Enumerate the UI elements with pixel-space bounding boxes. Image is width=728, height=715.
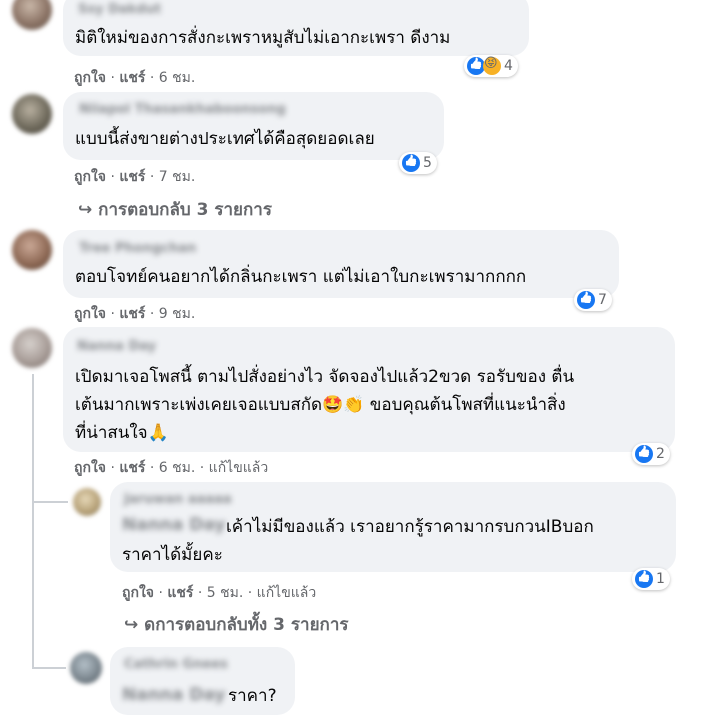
comment-text: แบบนี้ส่งขายต่างประเทศได้คือสุดยอดเลย <box>75 129 375 149</box>
reply-text: ราคาได้มั้ยคะ <box>122 545 223 565</box>
comment-actions: ถูกใจ · แชร์ · 9 ชม. <box>74 306 196 322</box>
like-link[interactable]: ถูกใจ <box>74 70 106 86</box>
comment-text: ตอบโจทย์คนอยากได้กลิ่นกะเพรา แต่ไม่เอาใบ… <box>75 267 527 287</box>
comment-text: เปิดมาเจอโพสนี้ ตามไปสั่งอย่างไว จัดจองไ… <box>75 367 575 387</box>
comment-bubble: Nanna Day เปิดมาเจอโพสนี้ ตามไปสั่งอย่าง… <box>63 327 675 452</box>
mention-tag[interactable]: Nanna Day <box>122 685 225 705</box>
view-all-replies-link[interactable]: ↪ ดการตอบกลับทั้ง 3 รายการ <box>124 611 349 638</box>
reaction-count: 7 <box>598 292 607 308</box>
reaction-summary[interactable]: 2 <box>632 443 670 465</box>
share-link[interactable]: แชร์ <box>119 460 145 476</box>
thread-line <box>32 374 34 668</box>
reply-text: ราคา? <box>228 686 277 706</box>
reaction-summary[interactable]: 4 <box>464 55 518 77</box>
like-icon <box>635 445 653 463</box>
share-link[interactable]: แชร์ <box>167 585 193 601</box>
avatar[interactable] <box>12 230 52 270</box>
avatar[interactable] <box>12 328 52 368</box>
comment-bubble: Tree Phongchan ตอบโจทย์คนอยากได้กลิ่นกะเ… <box>63 230 619 298</box>
commenter-name[interactable]: Nanna Day <box>77 339 156 354</box>
like-link[interactable]: ถูกใจ <box>122 585 154 601</box>
comment-actions: ถูกใจ · แชร์ · 6 ชม. · แก้ไขแล้ว <box>74 460 269 476</box>
like-link[interactable]: ถูกใจ <box>74 460 106 476</box>
avatar[interactable] <box>12 0 52 30</box>
reaction-count: 5 <box>423 155 432 171</box>
like-icon <box>402 154 420 172</box>
thread-line <box>32 501 68 503</box>
reaction-count: 1 <box>656 571 665 587</box>
thread-line <box>32 667 66 669</box>
timestamp[interactable]: 9 ชม. <box>159 306 196 322</box>
reply-bubble: Cathrin Gnees Nanna Day ราคา? <box>110 647 295 715</box>
reaction-summary[interactable]: 7 <box>574 289 612 311</box>
timestamp[interactable]: 6 ชม. <box>159 460 196 476</box>
timestamp[interactable]: 5 ชม. <box>207 585 244 601</box>
view-replies-link[interactable]: ↪ การตอบกลับ 3 รายการ <box>78 196 272 223</box>
share-link[interactable]: แชร์ <box>119 70 145 86</box>
reaction-count: 2 <box>656 446 665 462</box>
comment-bubble: Niiapol Thasankhaboonsong แบบนี้ส่งขายต่… <box>63 92 444 160</box>
edited-label[interactable]: แก้ไขแล้ว <box>257 585 317 601</box>
timestamp[interactable]: 6 ชม. <box>159 70 196 86</box>
reaction-summary[interactable]: 5 <box>399 152 437 174</box>
avatar[interactable] <box>73 488 101 516</box>
share-link[interactable]: แชร์ <box>119 169 145 185</box>
commenter-name[interactable]: Jaruwan aaaaa <box>124 492 232 507</box>
avatar[interactable] <box>70 652 102 684</box>
like-icon <box>635 570 653 588</box>
comment-actions: ถูกใจ · แชร์ · 7 ชม. <box>74 169 196 185</box>
reaction-summary[interactable]: 1 <box>632 568 670 590</box>
share-link[interactable]: แชร์ <box>119 306 145 322</box>
reply-bubble: Jaruwan aaaaa Nanna Day เค้าไม่มีของแล้ว… <box>110 482 676 572</box>
comment-text: ที่น่าสนใจ🙏 <box>75 423 169 443</box>
reply-actions: ถูกใจ · แชร์ · 5 ชม. · แก้ไขแล้ว <box>122 585 317 601</box>
reply-text: เค้าไม่มีของแล้ว เราอยากรู้ราคามากรบกวนI… <box>226 517 594 537</box>
commenter-name[interactable]: Ssy Dakdut <box>78 2 161 17</box>
like-icon <box>577 291 595 309</box>
commenter-name[interactable]: Cathrin Gnees <box>124 657 228 672</box>
commenter-name[interactable]: Tree Phongchan <box>79 241 196 256</box>
reaction-count: 4 <box>504 58 513 74</box>
comment-text: มิติใหม่ของการสั่งกะเพราหมูสับไม่เอากะเพ… <box>75 28 451 48</box>
commenter-name[interactable]: Niiapol Thasankhaboonsong <box>79 102 286 117</box>
avatar[interactable] <box>12 94 52 134</box>
comment-actions: ถูกใจ · แชร์ · 6 ชม. <box>74 70 196 86</box>
like-link[interactable]: ถูกใจ <box>74 169 106 185</box>
comment-text: เต้นมากเพราะเพ่งเคยเจอแบบสกัด🤩👏 ขอบคุณต้… <box>75 395 566 415</box>
comment-bubble: Ssy Dakdut มิติใหม่ของการสั่งกะเพราหมูสั… <box>63 0 529 56</box>
like-link[interactable]: ถูกใจ <box>74 306 106 322</box>
edited-label[interactable]: แก้ไขแล้ว <box>209 460 269 476</box>
timestamp[interactable]: 7 ชม. <box>159 169 196 185</box>
mention-tag[interactable]: Nanna Day <box>122 515 225 535</box>
laugh-icon <box>483 56 501 75</box>
